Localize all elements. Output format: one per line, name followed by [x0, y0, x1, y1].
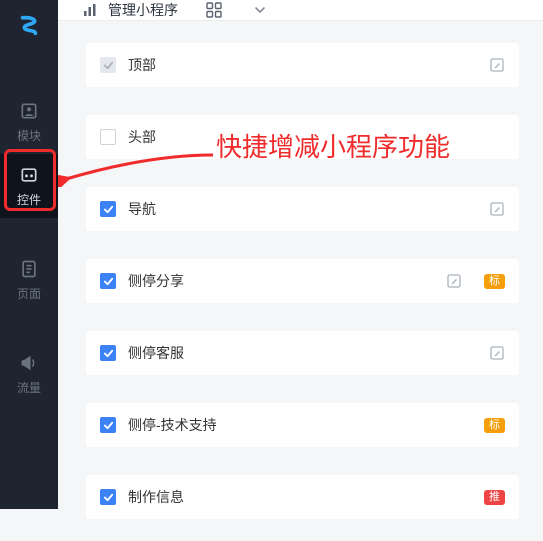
row-label: 侧停客服	[128, 343, 477, 363]
row-label: 侧停-技术支持	[128, 415, 462, 435]
edit-button[interactable]	[489, 201, 505, 217]
edit-icon[interactable]	[489, 57, 505, 73]
widget-row[interactable]: 侧停客服	[86, 331, 519, 375]
edit-button[interactable]	[446, 273, 462, 289]
widget-row[interactable]: 制作信息 推	[86, 475, 519, 519]
app-logo-icon	[18, 15, 40, 37]
row-checkbox[interactable]	[100, 129, 116, 145]
bar-chart-icon	[82, 2, 98, 18]
sidebar-item-pages[interactable]: 页面	[0, 248, 58, 312]
sidebar-item-traffic[interactable]: 流量	[0, 342, 58, 406]
edit-button[interactable]	[489, 57, 505, 73]
topbar-view-switch[interactable]	[206, 2, 266, 18]
topbar-title: 管理小程序	[108, 0, 178, 20]
sidebar-item-label: 流量	[17, 379, 41, 396]
topbar-title-group[interactable]: 管理小程序	[82, 0, 178, 20]
widgets-icon	[19, 165, 39, 185]
content-list: 快捷增减小程序功能 顶部头部导航侧停分享标侧停客服侧停-技术支持标制作信息推	[58, 21, 543, 541]
sidebar-item-modules[interactable]: 模块	[0, 90, 58, 154]
grid-icon	[206, 2, 222, 18]
row-badge: 标	[484, 418, 505, 433]
topbar: 管理小程序	[58, 0, 543, 21]
megaphone-icon	[19, 353, 39, 373]
row-label: 侧停分享	[128, 271, 434, 291]
widget-row[interactable]: 导航	[86, 187, 519, 231]
main-area: 管理小程序 快捷增减小程序功能 顶部头部导航侧停分享标侧停客服侧停-技术支持标制…	[58, 0, 543, 509]
sidebar: 模块 控件 页面 流量	[0, 0, 58, 509]
sidebar-item-label: 页面	[17, 285, 41, 302]
row-checkbox[interactable]	[100, 345, 116, 361]
edit-icon[interactable]	[489, 201, 505, 217]
row-checkbox[interactable]	[100, 489, 116, 505]
pages-icon	[19, 259, 39, 279]
row-checkbox[interactable]	[100, 417, 116, 433]
row-badge: 推	[484, 490, 505, 505]
edit-button[interactable]	[489, 345, 505, 361]
widget-row[interactable]: 顶部	[86, 43, 519, 87]
row-label: 制作信息	[128, 487, 462, 507]
row-badge: 标	[484, 274, 505, 289]
widget-row[interactable]: 侧停分享 标	[86, 259, 519, 303]
module-icon	[19, 101, 39, 121]
chevron-down-icon	[254, 4, 266, 16]
sidebar-item-widgets[interactable]: 控件	[0, 154, 58, 218]
sidebar-item-label: 控件	[17, 191, 41, 208]
logo-container	[0, 0, 58, 52]
sidebar-item-label: 模块	[17, 127, 41, 144]
edit-icon[interactable]	[446, 273, 462, 289]
widget-row[interactable]: 侧停-技术支持 标	[86, 403, 519, 447]
row-label: 顶部	[128, 55, 477, 75]
edit-icon[interactable]	[489, 345, 505, 361]
widget-row[interactable]: 头部	[86, 115, 519, 159]
row-label: 导航	[128, 199, 477, 219]
row-label: 头部	[128, 127, 505, 147]
row-checkbox[interactable]	[100, 201, 116, 217]
row-checkbox	[100, 57, 116, 73]
row-checkbox[interactable]	[100, 273, 116, 289]
